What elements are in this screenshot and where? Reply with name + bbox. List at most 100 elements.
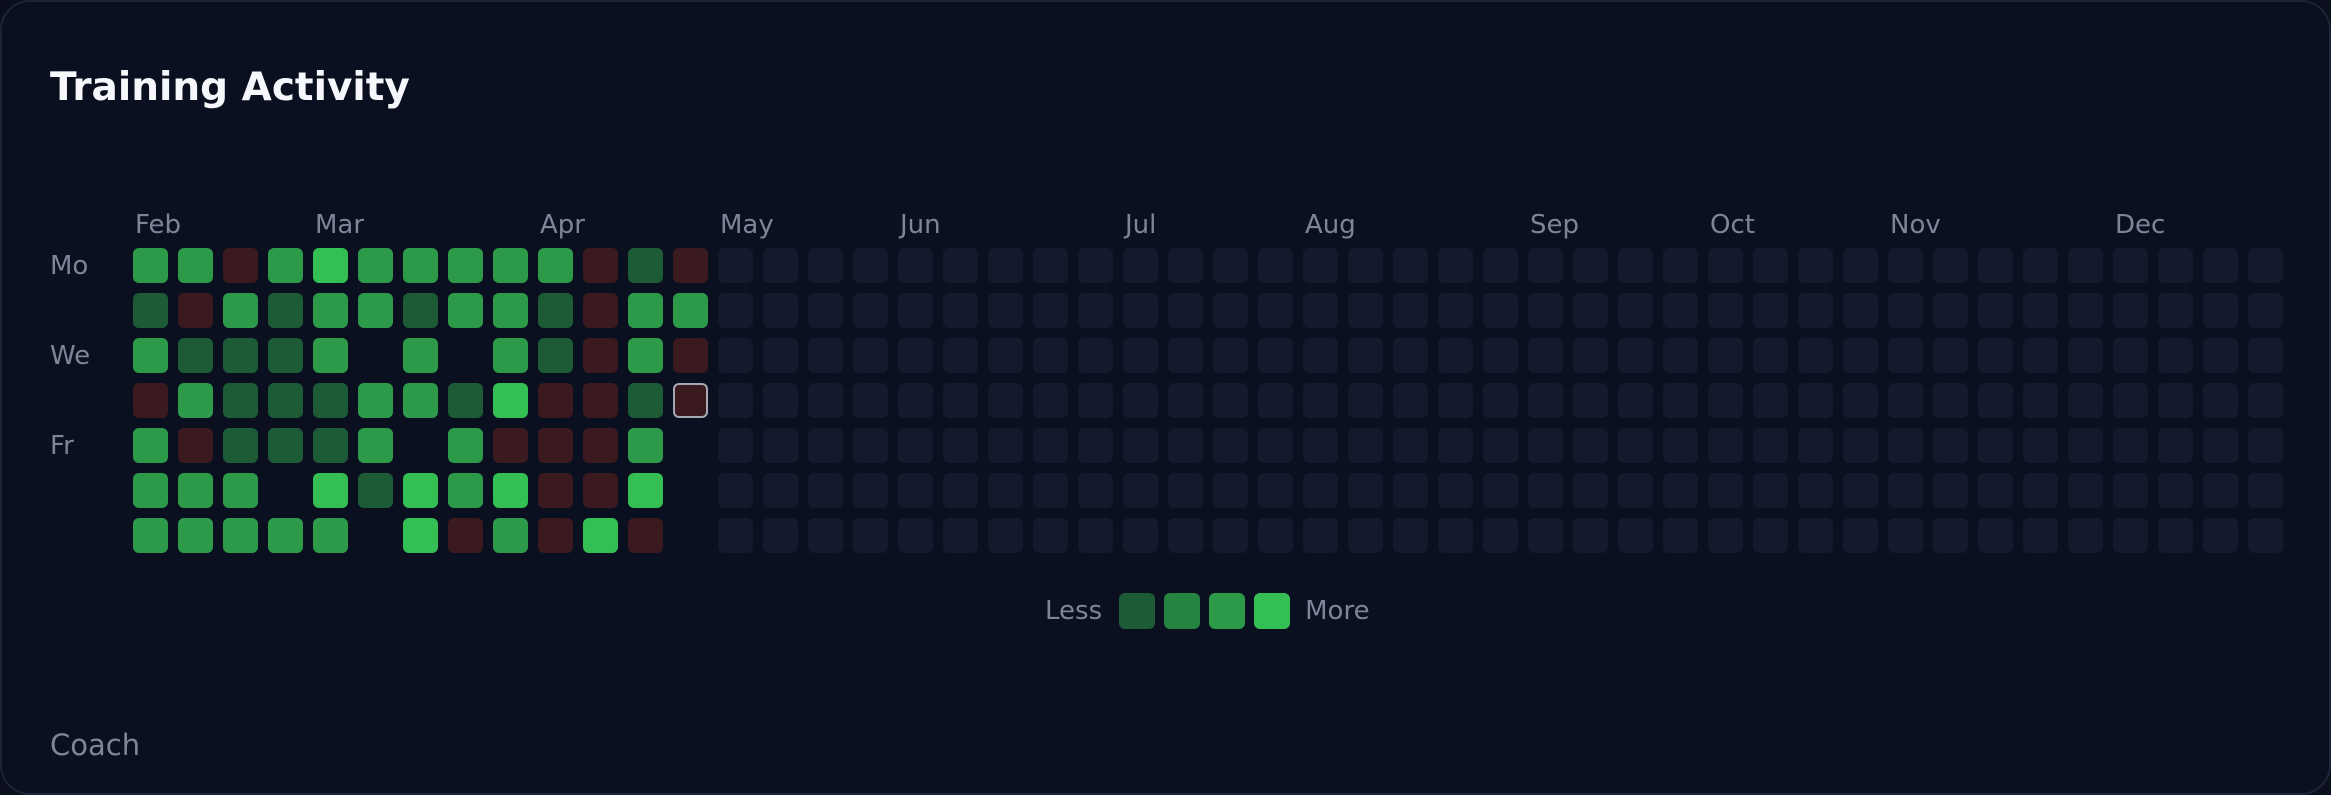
heatmap-cell[interactable] bbox=[718, 518, 753, 553]
heatmap-cell[interactable] bbox=[448, 248, 483, 283]
heatmap-cell[interactable] bbox=[853, 338, 888, 373]
heatmap-cell[interactable] bbox=[538, 473, 573, 508]
heatmap-cell[interactable] bbox=[1348, 518, 1383, 553]
heatmap-cell[interactable] bbox=[538, 293, 573, 328]
heatmap-cell[interactable] bbox=[988, 338, 1023, 373]
heatmap-cell[interactable] bbox=[1168, 473, 1203, 508]
heatmap-cell[interactable] bbox=[538, 518, 573, 553]
heatmap-cell[interactable] bbox=[1348, 428, 1383, 463]
heatmap-cell[interactable] bbox=[538, 428, 573, 463]
heatmap-cell[interactable] bbox=[313, 473, 348, 508]
heatmap-cell[interactable] bbox=[898, 338, 933, 373]
heatmap-cell[interactable] bbox=[1438, 293, 1473, 328]
heatmap-cell[interactable] bbox=[178, 338, 213, 373]
heatmap-cell[interactable] bbox=[1393, 473, 1428, 508]
heatmap-cell[interactable] bbox=[898, 518, 933, 553]
heatmap-cell[interactable] bbox=[1393, 428, 1428, 463]
heatmap-cell[interactable] bbox=[133, 338, 168, 373]
heatmap-cell[interactable] bbox=[223, 473, 258, 508]
heatmap-cell[interactable] bbox=[1708, 518, 1743, 553]
heatmap-cell[interactable] bbox=[223, 248, 258, 283]
heatmap-cell[interactable] bbox=[1573, 293, 1608, 328]
heatmap-cell[interactable] bbox=[2023, 383, 2058, 418]
heatmap-cell[interactable] bbox=[1573, 338, 1608, 373]
heatmap-cell[interactable] bbox=[1033, 518, 1068, 553]
heatmap-cell[interactable] bbox=[1798, 473, 1833, 508]
heatmap-cell[interactable] bbox=[1078, 428, 1113, 463]
heatmap-cell[interactable] bbox=[1978, 293, 2013, 328]
heatmap-cell[interactable] bbox=[1663, 293, 1698, 328]
heatmap-cell[interactable] bbox=[1258, 473, 1293, 508]
heatmap-cell[interactable] bbox=[2068, 518, 2103, 553]
heatmap-cell[interactable] bbox=[448, 338, 483, 373]
heatmap-cell[interactable] bbox=[1303, 383, 1338, 418]
heatmap-cell[interactable] bbox=[1888, 248, 1923, 283]
heatmap-cell[interactable] bbox=[1348, 293, 1383, 328]
heatmap-cell[interactable] bbox=[853, 428, 888, 463]
heatmap-cell[interactable] bbox=[1573, 248, 1608, 283]
heatmap-cell[interactable] bbox=[1078, 383, 1113, 418]
heatmap-cell[interactable] bbox=[583, 383, 618, 418]
heatmap-cell[interactable] bbox=[1753, 293, 1788, 328]
heatmap-cell[interactable] bbox=[1483, 518, 1518, 553]
heatmap-cell[interactable] bbox=[1348, 473, 1383, 508]
heatmap-cell[interactable] bbox=[1798, 293, 1833, 328]
heatmap-cell[interactable] bbox=[583, 293, 618, 328]
heatmap-cell[interactable] bbox=[1663, 338, 1698, 373]
heatmap-cell[interactable] bbox=[133, 473, 168, 508]
heatmap-cell[interactable] bbox=[1753, 428, 1788, 463]
heatmap-cell[interactable] bbox=[403, 248, 438, 283]
heatmap-cell[interactable] bbox=[943, 383, 978, 418]
heatmap-cell[interactable] bbox=[1393, 383, 1428, 418]
heatmap-cell[interactable] bbox=[313, 248, 348, 283]
heatmap-cell[interactable] bbox=[178, 428, 213, 463]
heatmap-cell[interactable] bbox=[808, 293, 843, 328]
heatmap-cell[interactable] bbox=[943, 293, 978, 328]
heatmap-cell[interactable] bbox=[943, 248, 978, 283]
heatmap-cell[interactable] bbox=[1933, 473, 1968, 508]
heatmap-cell[interactable] bbox=[2068, 473, 2103, 508]
heatmap-cell[interactable] bbox=[1888, 293, 1923, 328]
heatmap-cell[interactable] bbox=[1843, 248, 1878, 283]
heatmap-cell[interactable] bbox=[1078, 293, 1113, 328]
heatmap-cell[interactable] bbox=[1618, 338, 1653, 373]
heatmap-cell[interactable] bbox=[493, 473, 528, 508]
heatmap-cell[interactable] bbox=[448, 383, 483, 418]
heatmap-cell[interactable] bbox=[1933, 338, 1968, 373]
heatmap-cell[interactable] bbox=[1708, 383, 1743, 418]
heatmap-cell[interactable] bbox=[1303, 248, 1338, 283]
heatmap-cell[interactable] bbox=[2068, 338, 2103, 373]
heatmap-cell[interactable] bbox=[358, 248, 393, 283]
heatmap-cell[interactable] bbox=[133, 428, 168, 463]
heatmap-cell[interactable] bbox=[1618, 518, 1653, 553]
heatmap-cell[interactable] bbox=[1618, 293, 1653, 328]
heatmap-cell[interactable] bbox=[448, 293, 483, 328]
heatmap-cell[interactable] bbox=[493, 293, 528, 328]
heatmap-cell[interactable] bbox=[1663, 473, 1698, 508]
heatmap-cell[interactable] bbox=[763, 518, 798, 553]
heatmap-cell[interactable] bbox=[2248, 473, 2283, 508]
heatmap-cell[interactable] bbox=[268, 428, 303, 463]
heatmap-cell[interactable] bbox=[1213, 473, 1248, 508]
heatmap-cell[interactable] bbox=[1708, 248, 1743, 283]
heatmap-cell[interactable] bbox=[1393, 338, 1428, 373]
heatmap-cell[interactable] bbox=[133, 293, 168, 328]
heatmap-cell[interactable] bbox=[1843, 383, 1878, 418]
heatmap-cell[interactable] bbox=[1348, 248, 1383, 283]
heatmap-cell[interactable] bbox=[448, 518, 483, 553]
heatmap-cell[interactable] bbox=[1123, 428, 1158, 463]
heatmap-cell[interactable] bbox=[1798, 248, 1833, 283]
heatmap-cell[interactable] bbox=[583, 338, 618, 373]
heatmap-cell[interactable] bbox=[1393, 518, 1428, 553]
heatmap-cell[interactable] bbox=[853, 248, 888, 283]
heatmap-cell[interactable] bbox=[718, 473, 753, 508]
heatmap-cell[interactable] bbox=[1528, 473, 1563, 508]
heatmap-cell[interactable] bbox=[538, 383, 573, 418]
heatmap-cell[interactable] bbox=[988, 248, 1023, 283]
heatmap-cell[interactable] bbox=[988, 518, 1023, 553]
heatmap-cell[interactable] bbox=[763, 473, 798, 508]
heatmap-cell[interactable] bbox=[313, 428, 348, 463]
heatmap-cell[interactable] bbox=[1168, 518, 1203, 553]
heatmap-cell[interactable] bbox=[673, 248, 708, 283]
heatmap-cell[interactable] bbox=[1978, 338, 2013, 373]
